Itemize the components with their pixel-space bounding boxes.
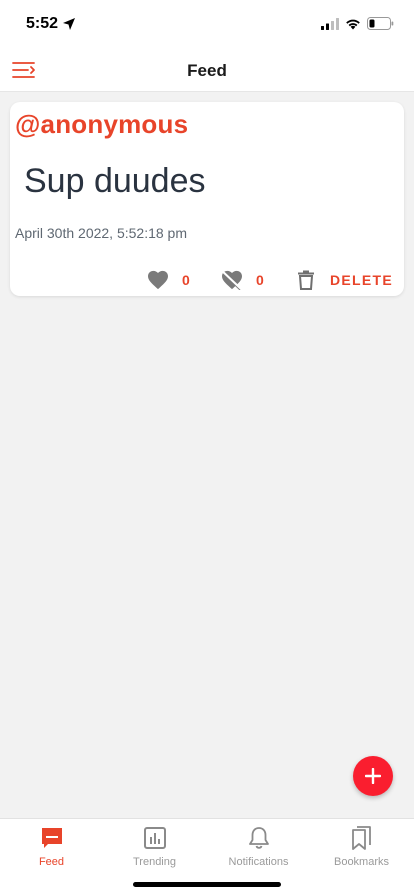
plus-icon [365,768,381,784]
dislike-count-text: 0 [256,272,265,288]
status-indicators [321,17,394,30]
dislike-count: 0 [256,268,265,292]
post-timestamp: April 30th 2022, 5:52:18 pm [15,225,188,241]
dislike-button[interactable] [221,268,243,292]
wifi-icon [346,19,360,29]
delete-button[interactable]: DELETE [330,268,393,292]
status-time-text: 5:52 [26,15,59,32]
bell-icon [246,825,272,851]
home-indicator [133,882,281,887]
like-count: 0 [182,268,191,292]
cellular-signal-icon [321,17,339,30]
broken-heart-icon [222,270,242,290]
status-bar: 5:52 [0,0,414,48]
tab-notifications-label: Notifications [228,856,289,868]
tab-trending-label: Trending [132,856,176,868]
tab-feed[interactable]: Feed [0,819,103,875]
trending-icon [142,825,168,851]
delete-label: DELETE [330,272,394,288]
trash-button[interactable] [297,268,315,292]
add-post-button[interactable] [353,756,393,796]
tab-trending[interactable]: Trending [103,819,206,875]
like-count-text: 0 [182,272,191,288]
post-actions: 0 0 DELETE [10,268,404,292]
tab-bookmarks[interactable]: Bookmarks [310,819,413,875]
status-time: 5:52 [26,15,76,33]
bookmarks-icon [349,825,375,851]
location-arrow-icon [63,18,76,30]
heart-icon [148,270,168,290]
post-author[interactable]: @anonymous [15,109,188,140]
tab-bookmarks-label: Bookmarks [333,856,390,868]
feed-icon [39,825,65,851]
tab-notifications[interactable]: Notifications [207,819,310,875]
trash-icon [298,270,314,290]
like-button[interactable] [147,268,169,292]
battery-icon [367,17,394,30]
post-card: @anonymous Sup duudes April 30th 2022, 5… [10,102,404,296]
nav-header: Feed [0,48,414,92]
page-title: Feed [187,61,227,80]
tab-feed-label: Feed [38,856,65,868]
post-body: Sup duudes [24,162,206,200]
